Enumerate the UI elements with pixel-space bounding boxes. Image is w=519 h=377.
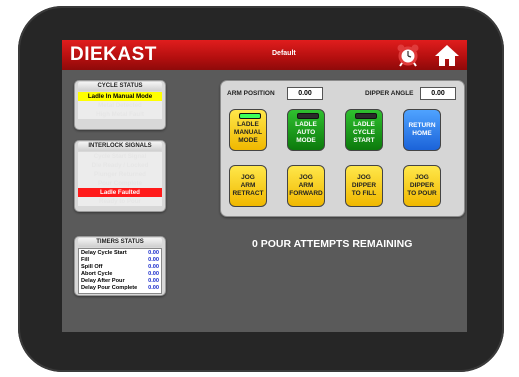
cycle-start-indicator <box>355 113 377 119</box>
interlock-ready-to-pour: Ready to Pour <box>78 197 162 206</box>
recipe-name: Default <box>272 50 296 57</box>
status-row-manual-mode: Ladle In Manual Mode <box>78 92 162 101</box>
jog-dipper-to-pour-button[interactable]: JOG DIPPER TO POUR <box>403 165 441 207</box>
home-icon[interactable] <box>434 43 460 67</box>
status-row-high-metal-fault: High Metal Fault <box>78 110 162 119</box>
timer-value: 0.00 <box>148 271 159 277</box>
jog-arm-forward-label: JOG ARM FORWARD <box>289 174 323 197</box>
manual-mode-indicator <box>239 113 261 119</box>
interlock-title: INTERLOCK SIGNALS <box>78 142 162 151</box>
timer-value: 0.00 <box>148 278 159 284</box>
timer-label: Delay After Pour <box>81 278 125 284</box>
return-home-label: RETURN HOME <box>408 122 436 137</box>
timer-row: Delay Cycle Start 0.00 <box>81 250 159 257</box>
timer-label: Fill <box>81 257 90 263</box>
hmi-screen: DIEKAST Default CYCLE STATUS Ladle In Ma… <box>62 40 467 332</box>
jog-arm-retract-button[interactable]: JOG ARM RETRACT <box>229 165 267 207</box>
timer-label: Abort Cycle <box>81 271 113 277</box>
cycle-status-title: CYCLE STATUS <box>78 82 162 91</box>
timer-row: Abort Cycle 0.00 <box>81 271 159 278</box>
jog-dipper-to-fill-label: JOG DIPPER TO FILL <box>351 174 377 197</box>
jog-arm-retract-label: JOG ARM RETRACT <box>232 174 264 197</box>
timer-value: 0.00 <box>148 250 159 256</box>
timer-value: 0.00 <box>148 264 159 270</box>
timer-label: Delay Cycle Start <box>81 250 127 256</box>
control-panel: ARM POSITION 0.00 DIPPER ANGLE 0.00 LADL… <box>220 80 465 217</box>
app-logo: DIEKAST <box>70 44 157 65</box>
dipper-angle-field: 0.00 <box>420 87 456 100</box>
alarm-clock-icon[interactable] <box>395 43 421 67</box>
ladle-manual-mode-label: LADLE MANUAL MODE <box>233 121 263 144</box>
timers-list: Delay Cycle Start 0.00 Fill 0.00 Spill Off… <box>78 248 162 294</box>
timer-row: Fill 0.00 <box>81 257 159 264</box>
jog-dipper-to-pour-label: JOG DIPPER TO POUR <box>407 174 437 197</box>
ladle-cycle-start-button[interactable]: LADLE CYCLE START <box>345 109 383 151</box>
timer-value: 0.00 <box>148 285 159 291</box>
timer-value: 0.00 <box>148 257 159 263</box>
timers-status-panel: TIMERS STATUS Delay Cycle Start 0.00 Fill… <box>74 236 166 296</box>
ladle-auto-mode-label: LADLE AUTO MODE <box>295 121 317 144</box>
timer-row: Delay After Pour 0.00 <box>81 278 159 285</box>
timer-label: Spill Off <box>81 264 103 270</box>
ladle-manual-mode-button[interactable]: LADLE MANUAL MODE <box>229 109 267 151</box>
cycle-status-panel: CYCLE STATUS Ladle In Manual Mode Metal … <box>74 80 166 130</box>
interlock-ladle-faulted: Ladle Faulted <box>78 188 162 197</box>
return-home-button[interactable]: RETURN HOME <box>403 109 441 151</box>
ladle-cycle-start-label: LADLE CYCLE START <box>352 121 376 144</box>
interlock-cycle-start: Cycle Start Signal <box>78 152 162 161</box>
timer-row: Spill Off 0.00 <box>81 264 159 271</box>
pour-attempts-message: 0 POUR ATTEMPTS REMAINING <box>252 238 413 250</box>
arm-position-label: ARM POSITION <box>227 90 275 97</box>
interlock-die-ready: Die Ready / Locked <box>78 161 162 170</box>
timer-label: Delay Pour Complete <box>81 285 138 291</box>
interlock-plunger-returned: Plunger Returned <box>78 170 162 179</box>
dipper-angle-label: DIPPER ANGLE <box>365 90 414 97</box>
jog-arm-forward-button[interactable]: JOG ARM FORWARD <box>287 165 325 207</box>
status-row-metal-detected: Metal Detected <box>78 101 162 110</box>
title-bar: DIEKAST Default <box>62 40 467 70</box>
jog-dipper-to-fill-button[interactable]: JOG DIPPER TO FILL <box>345 165 383 207</box>
auto-mode-indicator <box>297 113 319 119</box>
interlock-signals-panel: INTERLOCK SIGNALS Cycle Start Signal Die… <box>74 140 166 212</box>
timers-title: TIMERS STATUS <box>78 238 162 247</box>
arm-position-field: 0.00 <box>287 87 323 100</box>
timer-row: Delay Pour Complete 0.00 <box>81 285 159 292</box>
ladle-auto-mode-button[interactable]: LADLE AUTO MODE <box>287 109 325 151</box>
interlock-pour-complete: Pour Complete <box>78 179 162 188</box>
